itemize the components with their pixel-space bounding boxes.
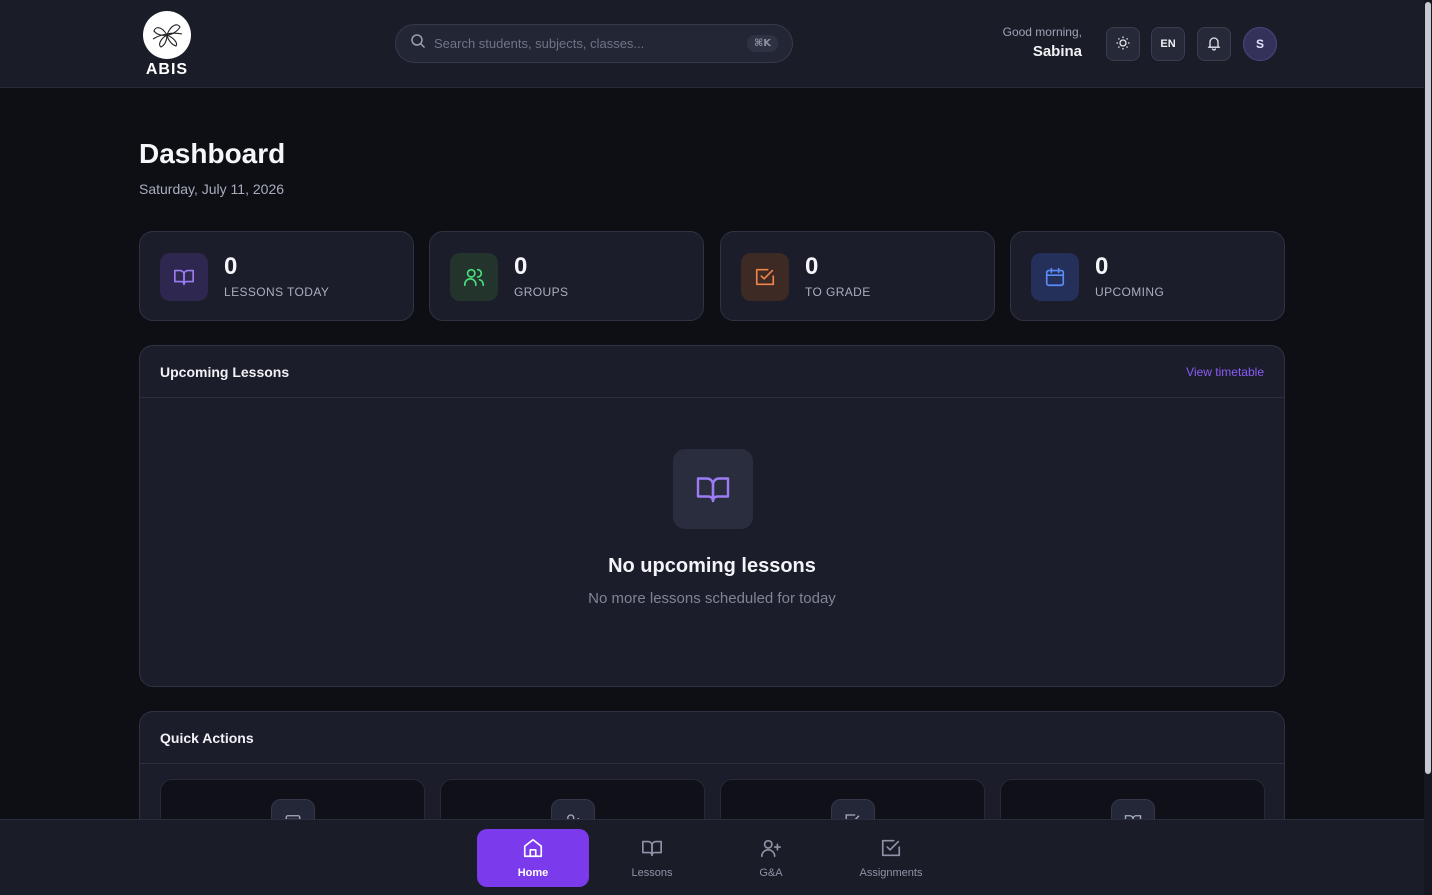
stat-value: 0 — [224, 253, 238, 280]
calendar-icon — [1031, 253, 1079, 301]
language-button[interactable]: EN — [1151, 27, 1185, 61]
avatar[interactable]: S — [1243, 27, 1277, 61]
page-date: Saturday, July 11, 2026 — [139, 181, 285, 197]
card-title: Upcoming Lessons — [160, 363, 290, 380]
check-square-icon — [741, 253, 789, 301]
check-square-icon — [880, 837, 902, 867]
nav-label: G&A — [759, 867, 783, 879]
logo[interactable]: ABIS — [142, 11, 192, 79]
card-header: Upcoming Lessons View timetable — [140, 346, 1284, 398]
view-timetable-link[interactable]: View timetable — [1186, 365, 1264, 379]
empty-state-subtitle: No more lessons scheduled for today — [588, 590, 836, 607]
search-bar[interactable]: ⌘K — [395, 24, 793, 63]
stat-label: TO GRADE — [805, 285, 871, 299]
nav-home[interactable]: Home — [477, 829, 589, 887]
stat-label: UPCOMING — [1095, 285, 1165, 299]
user-name: Sabina — [1032, 43, 1082, 60]
nav-g-and-a[interactable]: G&A — [715, 829, 827, 887]
bottom-nav: Home Lessons G&A Assignments — [0, 819, 1424, 895]
empty-state-title: No upcoming lessons — [608, 555, 816, 577]
search-icon — [410, 33, 426, 54]
brand-name: ABIS — [145, 61, 189, 78]
stat-card-groups[interactable]: 0 GROUPS — [429, 231, 704, 321]
book-icon — [160, 253, 208, 301]
greeting-text: Good morning, — [1002, 25, 1082, 39]
stat-label: LESSONS TODAY — [224, 285, 330, 299]
nav-lessons[interactable]: Lessons — [596, 829, 708, 887]
sun-icon — [1115, 35, 1131, 54]
card-header: Quick Actions — [140, 712, 1284, 764]
top-bar: ABIS ⌘K Good morning, Sabina EN S — [0, 0, 1424, 88]
search-input[interactable] — [434, 36, 747, 51]
stat-card-lessons-today[interactable]: 0 LESSONS TODAY — [139, 231, 414, 321]
book-icon — [641, 837, 663, 867]
users-icon — [450, 253, 498, 301]
stat-card-to-grade[interactable]: 0 TO GRADE — [720, 231, 995, 321]
stat-label: GROUPS — [514, 285, 569, 299]
page-title: Dashboard — [139, 138, 286, 169]
stat-value: 0 — [1095, 253, 1109, 280]
stat-value: 0 — [805, 253, 819, 280]
nav-assignments[interactable]: Assignments — [835, 829, 947, 887]
scrollbar-thumb[interactable] — [1425, 2, 1431, 774]
notifications-button[interactable] — [1197, 27, 1231, 61]
stat-card-upcoming[interactable]: 0 UPCOMING — [1010, 231, 1285, 321]
home-icon — [522, 837, 544, 867]
book-icon — [673, 449, 753, 529]
user-plus-icon — [760, 837, 782, 867]
greeting: Good morning, Sabina — [1003, 25, 1082, 60]
page-scrollbar[interactable] — [1424, 0, 1432, 895]
nav-label: Assignments — [859, 867, 923, 879]
bell-icon — [1206, 35, 1222, 54]
logo-mark-icon — [143, 11, 191, 59]
stat-value: 0 — [514, 253, 528, 280]
nav-label: Home — [517, 867, 549, 879]
nav-label: Lessons — [631, 867, 673, 879]
shortcut-hint: ⌘K — [746, 35, 778, 52]
card-title: Quick Actions — [160, 729, 254, 746]
upcoming-lessons-card: Upcoming Lessons View timetable No upcom… — [139, 345, 1285, 687]
theme-toggle-button[interactable] — [1106, 27, 1140, 61]
